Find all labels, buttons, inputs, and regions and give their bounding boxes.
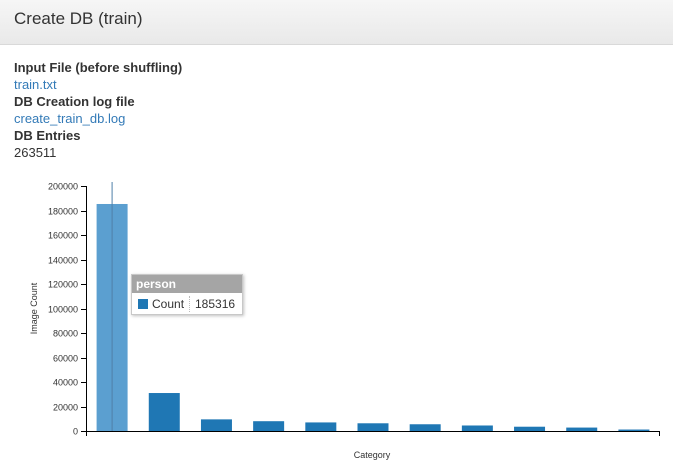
y-tick-label: 100000 (48, 305, 78, 315)
tooltip-series-name: Count (152, 297, 185, 311)
y-axis-title: Image Count (29, 282, 39, 334)
bar[interactable] (461, 425, 493, 431)
category-bar-chart: 0 20000 40000 60000 80000 100000 120000 140000 1… (29, 182, 660, 460)
bar[interactable] (305, 422, 337, 431)
bar[interactable] (357, 423, 389, 431)
bar[interactable] (200, 419, 232, 431)
bar[interactable] (253, 421, 285, 431)
y-tick-label: 80000 (53, 329, 78, 339)
y-tick-label: 20000 (53, 403, 78, 413)
y-tick-label: 160000 (48, 231, 78, 241)
tooltip-category: person (132, 275, 242, 293)
tooltip-separator (189, 296, 190, 312)
bar[interactable] (566, 427, 598, 431)
y-tick-label: 180000 (48, 207, 78, 217)
bar[interactable] (148, 393, 180, 431)
chart-tooltip: person Count 185316 (131, 274, 243, 315)
input-file-link[interactable]: train.txt (14, 76, 182, 93)
db-info: Input File (before shuffling) train.txt … (14, 59, 182, 161)
log-file-label: DB Creation log file (14, 94, 135, 109)
y-tick-label: 120000 (48, 280, 78, 290)
tooltip-value: 185316 (195, 297, 236, 311)
y-tick-label: 140000 (48, 256, 78, 266)
y-tick-label: 40000 (53, 378, 78, 388)
db-entries-label: DB Entries (14, 128, 81, 143)
panel-header: Create DB (train) (0, 0, 673, 45)
log-file-link[interactable]: create_train_db.log (14, 110, 182, 127)
y-tick-label: 60000 (53, 354, 78, 364)
bar[interactable] (618, 429, 650, 431)
bar[interactable] (409, 424, 441, 431)
input-file-label: Input File (before shuffling) (14, 60, 183, 75)
x-axis-title: Category (354, 450, 391, 460)
page-title: Create DB (train) (14, 9, 143, 28)
y-tick-label: 0 (73, 427, 78, 437)
tooltip-swatch (138, 299, 148, 309)
bar[interactable] (514, 426, 546, 431)
tooltip-row: Count 185316 (132, 293, 242, 315)
db-entries-value: 263511 (14, 145, 57, 160)
y-tick-label: 200000 (48, 182, 78, 192)
